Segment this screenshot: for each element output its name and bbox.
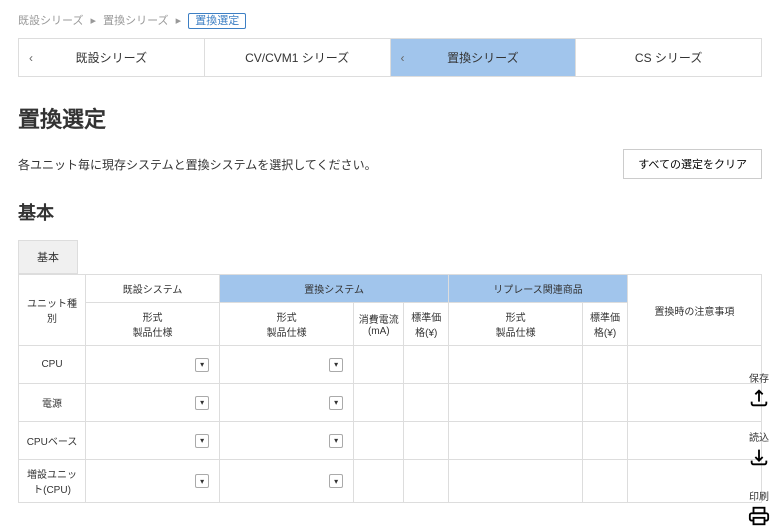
related-cell xyxy=(449,460,583,503)
table-row: 増設ユニット(CPU) ▾ ▾ xyxy=(19,460,762,503)
existing-select-cell[interactable]: ▾ xyxy=(86,422,220,460)
nav-tab-cs[interactable]: CS シリーズ xyxy=(576,39,761,76)
th-group-replace: 置換システム xyxy=(220,275,449,303)
row-unit-name: CPU xyxy=(19,346,86,384)
related-price-cell xyxy=(583,384,628,422)
current-cell xyxy=(354,460,404,503)
row-unit-name: 電源 xyxy=(19,384,86,422)
breadcrumb: 既設シリーズ ▸ 置換シリーズ ▸ 置換選定 xyxy=(18,12,762,28)
current-cell xyxy=(354,346,404,384)
table-row: CPU ▾ ▾ xyxy=(19,346,762,384)
th-related-typespec: 形式 製品仕様 xyxy=(449,303,583,346)
notes-cell xyxy=(627,422,761,460)
download-icon xyxy=(748,446,770,468)
price-cell xyxy=(404,460,449,503)
print-icon xyxy=(748,505,770,527)
save-button[interactable]: 保存 xyxy=(748,370,770,409)
related-price-cell xyxy=(583,422,628,460)
selection-table: ユニット種別 既設システム 置換システム リプレース関連商品 置換時の注意事項 … xyxy=(18,274,762,503)
nav-tab-label: 既設シリーズ xyxy=(76,49,147,66)
load-label: 読込 xyxy=(749,429,769,444)
breadcrumb-sep: ▸ xyxy=(176,15,182,27)
price-cell xyxy=(404,384,449,422)
replace-select-cell[interactable]: ▾ xyxy=(220,384,354,422)
table-row: 電源 ▾ ▾ xyxy=(19,384,762,422)
chevron-down-icon[interactable]: ▾ xyxy=(195,358,209,372)
upload-icon xyxy=(748,387,770,409)
row-unit-name: 増設ユニット(CPU) xyxy=(19,460,86,503)
th-unit-type: ユニット種別 xyxy=(19,275,86,346)
related-cell xyxy=(449,346,583,384)
breadcrumb-sep: ▸ xyxy=(91,15,97,27)
replace-select-cell[interactable]: ▾ xyxy=(220,460,354,503)
th-related-price: 標準価格(¥) xyxy=(583,303,628,346)
notes-cell xyxy=(627,384,761,422)
series-nav: ‹ 既設シリーズ CV/CVM1 シリーズ ‹ 置換シリーズ CS シリーズ xyxy=(18,38,762,77)
breadcrumb-item[interactable]: 置換シリーズ xyxy=(103,15,168,27)
related-cell xyxy=(449,384,583,422)
save-label: 保存 xyxy=(749,370,769,385)
nav-tab-label: CS シリーズ xyxy=(635,49,702,66)
section-title: 基本 xyxy=(18,199,762,225)
existing-select-cell[interactable]: ▾ xyxy=(86,384,220,422)
th-notes: 置換時の注意事項 xyxy=(627,275,761,346)
nav-tab-replace-series[interactable]: ‹ 置換シリーズ xyxy=(391,39,577,76)
page-subtitle: 各ユニット毎に現存システムと置換システムを選択してください。 xyxy=(18,156,377,173)
th-replace-typespec: 形式 製品仕様 xyxy=(220,303,354,346)
th-group-related: リプレース関連商品 xyxy=(449,275,628,303)
chevron-down-icon[interactable]: ▾ xyxy=(195,474,209,488)
load-button[interactable]: 読込 xyxy=(748,429,770,468)
notes-cell xyxy=(627,460,761,503)
th-existing-typespec: 形式 製品仕様 xyxy=(86,303,220,346)
nav-tab-cvcvm1[interactable]: CV/CVM1 シリーズ xyxy=(205,39,391,76)
replace-select-cell[interactable]: ▾ xyxy=(220,422,354,460)
print-label: 印刷 xyxy=(749,488,769,503)
related-cell xyxy=(449,422,583,460)
related-price-cell xyxy=(583,460,628,503)
breadcrumb-item[interactable]: 既設シリーズ xyxy=(18,15,83,27)
table-row: CPUベース ▾ ▾ xyxy=(19,422,762,460)
existing-select-cell[interactable]: ▾ xyxy=(86,460,220,503)
chevron-down-icon[interactable]: ▾ xyxy=(195,434,209,448)
current-cell xyxy=(354,384,404,422)
print-button[interactable]: 印刷 xyxy=(748,488,770,527)
th-current: 消費電流(mA) xyxy=(354,303,404,346)
price-cell xyxy=(404,422,449,460)
side-actions: 保存 読込 印刷 xyxy=(748,370,770,527)
chevron-left-icon: ‹ xyxy=(29,51,33,65)
chevron-down-icon[interactable]: ▾ xyxy=(195,396,209,410)
chevron-down-icon[interactable]: ▾ xyxy=(329,474,343,488)
price-cell xyxy=(404,346,449,384)
related-price-cell xyxy=(583,346,628,384)
sub-tab-basic[interactable]: 基本 xyxy=(18,240,78,274)
chevron-left-icon: ‹ xyxy=(401,51,405,65)
chevron-down-icon[interactable]: ▾ xyxy=(329,434,343,448)
nav-tab-existing-series[interactable]: ‹ 既設シリーズ xyxy=(19,39,205,76)
breadcrumb-current: 置換選定 xyxy=(188,13,246,29)
replace-select-cell[interactable]: ▾ xyxy=(220,346,354,384)
nav-tab-label: 置換シリーズ xyxy=(447,49,518,66)
notes-cell xyxy=(627,346,761,384)
existing-select-cell[interactable]: ▾ xyxy=(86,346,220,384)
th-group-existing: 既設システム xyxy=(86,275,220,303)
current-cell xyxy=(354,422,404,460)
chevron-down-icon[interactable]: ▾ xyxy=(329,358,343,372)
th-price: 標準価格(¥) xyxy=(404,303,449,346)
nav-tab-label: CV/CVM1 シリーズ xyxy=(245,49,349,66)
row-unit-name: CPUベース xyxy=(19,422,86,460)
chevron-down-icon[interactable]: ▾ xyxy=(329,396,343,410)
page-title: 置換選定 xyxy=(18,102,762,134)
clear-all-button[interactable]: すべての選定をクリア xyxy=(623,149,762,179)
